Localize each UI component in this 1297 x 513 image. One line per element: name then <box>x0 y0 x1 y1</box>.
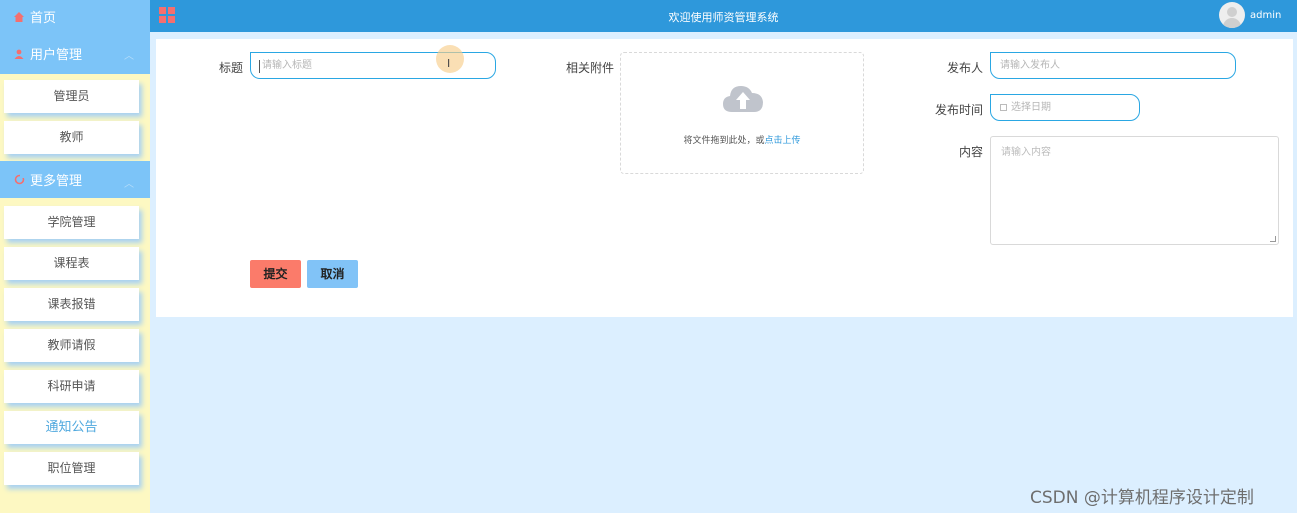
resize-handle-icon[interactable] <box>1270 236 1276 242</box>
form-card: 标题 请输入标题 I 相关附件 将文件拖到此处，或点击上传 发布人 请输入发布人… <box>156 39 1293 317</box>
system-title: 欢迎使用师资管理系统 <box>668 11 779 24</box>
sidebar-group-more-management[interactable]: 更多管理 ︿ <box>0 161 150 198</box>
calendar-icon <box>1000 103 1007 111</box>
user-icon <box>13 48 25 60</box>
publish-time-picker[interactable]: 选择日期 <box>990 94 1140 121</box>
sidebar-group-label: 更多管理 <box>30 174 83 189</box>
publisher-input[interactable]: 请输入发布人 <box>990 52 1236 79</box>
title-input[interactable]: 请输入标题 I <box>250 45 496 79</box>
submit-button[interactable]: 提交 <box>250 260 301 288</box>
publish-time-label: 发布时间 <box>934 103 983 117</box>
sidebar-item-notice[interactable]: 通知公告 <box>4 411 139 444</box>
sidebar: 首页 用户管理 ︿ 管理员 教师 更多管理 ︿ 学院管理 课程表 课表报错 教师… <box>0 0 150 513</box>
upload-hint: 将文件拖到此处，或点击上传 <box>683 136 801 146</box>
sidebar-item-schedule[interactable]: 课程表 <box>4 247 139 280</box>
content-label: 内容 <box>958 145 983 159</box>
click-upload-link[interactable]: 点击上传 <box>765 136 801 146</box>
title-placeholder: 请输入标题 <box>262 60 312 71</box>
refresh-icon <box>13 174 25 186</box>
sidebar-item-admin[interactable]: 管理员 <box>4 80 139 113</box>
username[interactable]: admin <box>1250 10 1281 21</box>
sidebar-group-user-management[interactable]: 用户管理 ︿ <box>0 33 150 74</box>
text-cursor-icon: I <box>436 45 464 73</box>
content-textarea[interactable]: 请输入内容 <box>990 136 1279 245</box>
publisher-label: 发布人 <box>946 61 983 75</box>
watermark: CSDN @计算机程序设计定制 <box>1030 488 1254 508</box>
sidebar-item-teacher[interactable]: 教师 <box>4 121 139 154</box>
upload-dropzone[interactable]: 将文件拖到此处，或点击上传 <box>620 52 864 174</box>
chevron-up-icon: ︿ <box>124 179 134 190</box>
avatar[interactable] <box>1219 2 1245 28</box>
sidebar-home[interactable]: 首页 <box>0 0 150 33</box>
chevron-up-icon: ︿ <box>124 51 134 62</box>
sidebar-item-college[interactable]: 学院管理 <box>4 206 139 239</box>
sidebar-item-schedule-error[interactable]: 课表报错 <box>4 288 139 321</box>
sidebar-group-label: 用户管理 <box>30 48 83 63</box>
cloud-upload-icon <box>722 83 764 113</box>
sidebar-item-position[interactable]: 职位管理 <box>4 452 139 485</box>
sidebar-item-research[interactable]: 科研申请 <box>4 370 139 403</box>
sidebar-home-label: 首页 <box>30 11 57 26</box>
sidebar-item-teacher-leave[interactable]: 教师请假 <box>4 329 139 362</box>
home-icon <box>13 11 25 23</box>
top-bar: 欢迎使用师资管理系统 admin <box>150 0 1297 32</box>
cancel-button[interactable]: 取消 <box>307 260 358 288</box>
attachment-label: 相关附件 <box>565 61 614 75</box>
title-label: 标题 <box>218 61 243 75</box>
